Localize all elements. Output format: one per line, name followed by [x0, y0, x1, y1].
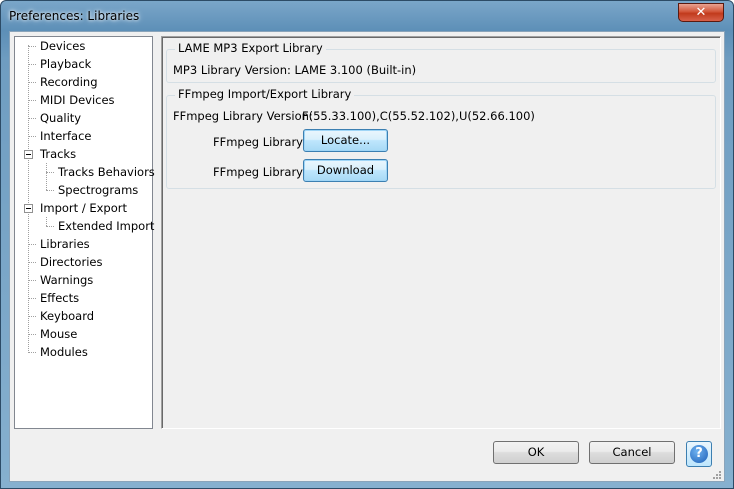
preferences-tree[interactable]: Devices Playback Recording MIDI Devices … [14, 36, 155, 429]
tree-item-label: Keyboard [40, 309, 95, 323]
tree-connector [46, 217, 47, 226]
tree-item-label: Quality [40, 111, 82, 125]
ffmpeg-library-label-download: FFmpeg Library: [213, 165, 307, 179]
ffmpeg-version-value: F(55.33.100),C(55.52.102),U(52.66.100) [302, 109, 535, 123]
tree-item-label: Tracks [40, 147, 77, 161]
ffmpeg-group-title: FFmpeg Import/Export Library [175, 87, 355, 101]
help-icon: ? [690, 445, 708, 463]
tree-item-label: MIDI Devices [40, 93, 115, 107]
tree-item-label: Extended Import [58, 219, 155, 233]
dialog-client-area: Devices Playback Recording MIDI Devices … [9, 31, 725, 482]
lame-groupbox: LAME MP3 Export Library MP3 Library Vers… [166, 41, 716, 83]
tree-connector [28, 45, 29, 351]
tree-item-label: Modules [40, 345, 88, 359]
window-title: Preferences: Libraries [9, 9, 140, 23]
resize-grip-icon[interactable] [710, 470, 722, 480]
libraries-panel: LAME MP3 Export Library MP3 Library Vers… [161, 36, 721, 429]
tree-item-label: Mouse [40, 327, 78, 341]
ffmpeg-library-label-locate: FFmpeg Library: [213, 135, 307, 149]
title-bar[interactable]: Preferences: Libraries ✕ [1, 1, 733, 31]
close-icon: ✕ [695, 5, 707, 20]
lame-version-text: MP3 Library Version: LAME 3.100 (Built-i… [173, 63, 417, 77]
tree-connector [46, 163, 47, 190]
ffmpeg-version-label: FFmpeg Library Version: [173, 109, 313, 123]
locate-button[interactable]: Locate... [303, 129, 388, 152]
preferences-window: Preferences: Libraries ✕ Devices Playbac… [0, 0, 734, 489]
close-button[interactable]: ✕ [678, 3, 724, 22]
collapse-icon[interactable] [24, 204, 33, 213]
tree-item-label: Spectrograms [58, 183, 139, 197]
tree-item-label: Import / Export [40, 201, 127, 215]
tree-item-label: Directories [40, 255, 103, 269]
tree-item-label: Effects [40, 291, 80, 305]
tree-item-label: Recording [40, 75, 98, 89]
lame-group-title: LAME MP3 Export Library [175, 41, 326, 55]
ok-button[interactable]: OK [493, 441, 579, 464]
tree-item-label: Interface [40, 129, 92, 143]
tree-item-label: Playback [40, 57, 92, 71]
ffmpeg-groupbox: FFmpeg Import/Export Library FFmpeg Libr… [166, 87, 716, 189]
tree-item-label: Devices [40, 39, 86, 53]
tree-item-label: Warnings [40, 273, 94, 287]
collapse-icon[interactable] [24, 150, 33, 159]
download-button[interactable]: Download [303, 159, 388, 182]
cancel-button[interactable]: Cancel [589, 441, 675, 464]
tree-item-label: Tracks Behaviors [58, 165, 155, 179]
help-button[interactable]: ? [686, 441, 712, 467]
tree-item-label: Libraries [40, 237, 90, 251]
